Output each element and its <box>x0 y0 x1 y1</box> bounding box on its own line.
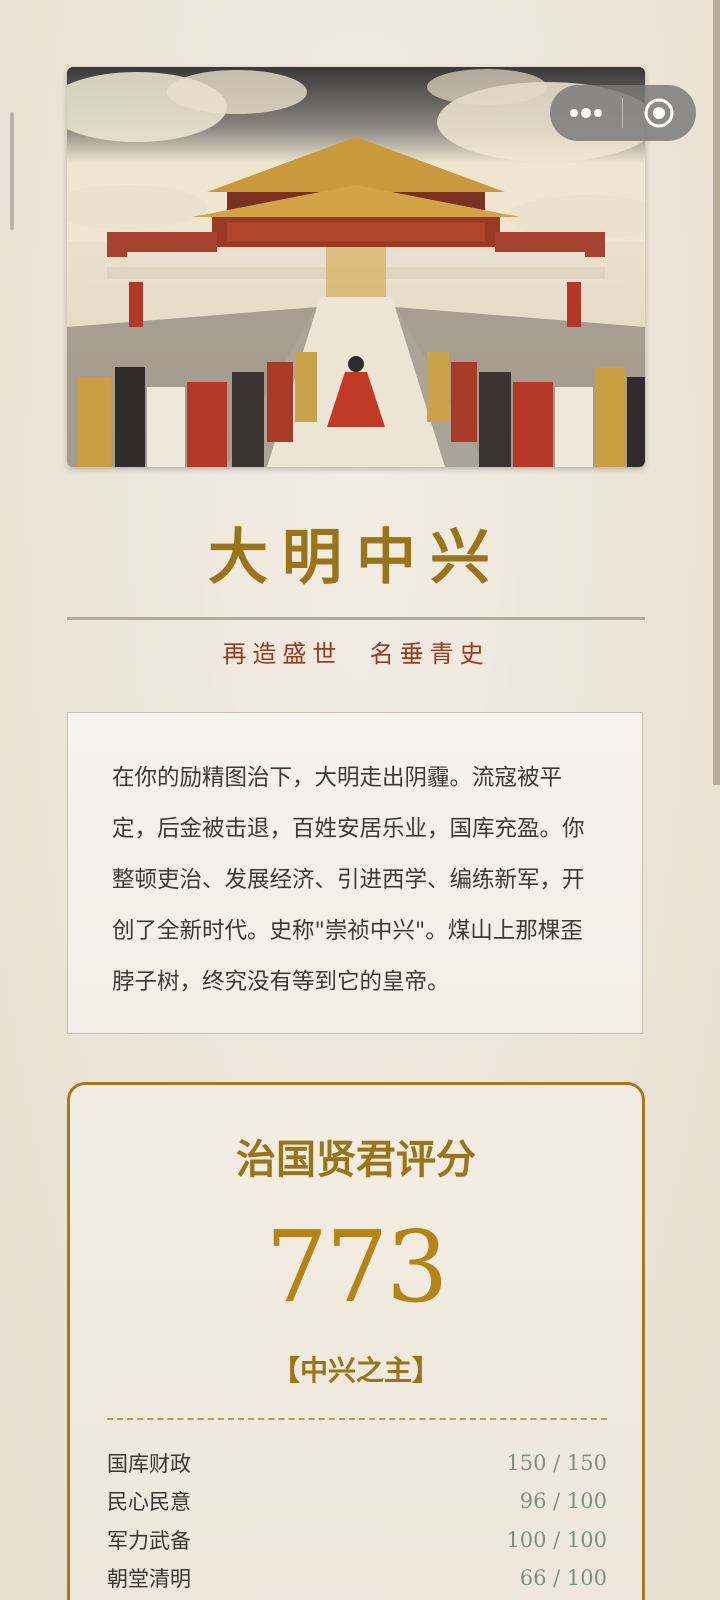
stat-value: 66 / 100 <box>519 1566 607 1590</box>
stat-value: 150 / 150 <box>506 1451 607 1475</box>
score-divider <box>107 1418 607 1420</box>
more-button[interactable] <box>550 85 622 141</box>
stat-row-court: 朝堂清明 66 / 100 <box>107 1559 607 1597</box>
ending-subtitle: 再造盛世 名垂青史 <box>222 640 490 668</box>
score-value: 773 <box>265 1211 448 1325</box>
page-scrollbar[interactable] <box>713 0 720 785</box>
left-scroll-indicator <box>10 112 14 230</box>
stat-value: 100 / 100 <box>506 1528 607 1552</box>
ending-page: 大明中兴 再造盛世 名垂青史 在你的励精图治下，大明走出阴霾。流寇被平定，后金被… <box>0 0 720 1600</box>
ending-title: 大明中兴 <box>208 523 504 593</box>
close-button[interactable] <box>623 85 695 141</box>
more-dots-icon <box>570 108 602 118</box>
stat-row-treasury: 国库财政 150 / 150 <box>107 1444 607 1482</box>
target-close-icon <box>644 98 674 128</box>
stat-name: 军力武备 <box>107 1529 191 1553</box>
stat-row-military: 军力武备 100 / 100 <box>107 1521 607 1559</box>
score-title: 治国贤君评分 <box>236 1136 476 1183</box>
score-rank: 【中兴之主】 <box>271 1354 440 1387</box>
mini-program-capsule <box>550 85 696 141</box>
story-text: 在你的励精图治下，大明走出阴霾。流寇被平定，后金被击退，百姓安居乐业，国库充盈。… <box>112 765 585 995</box>
stat-name: 朝堂清明 <box>107 1567 191 1591</box>
stat-row-people: 民心民意 96 / 100 <box>107 1482 607 1520</box>
story-box: 在你的励精图治下，大明走出阴霾。流寇被平定，后金被击退，百姓安居乐业，国库充盈。… <box>67 712 643 1034</box>
title-divider <box>67 617 645 620</box>
stat-value: 96 / 100 <box>519 1489 607 1513</box>
stat-name: 民心民意 <box>107 1490 191 1514</box>
stat-name: 国库财政 <box>107 1452 191 1476</box>
score-card: 治国贤君评分 773 【中兴之主】 国库财政 150 / 150 民心民意 96… <box>67 1082 645 1600</box>
